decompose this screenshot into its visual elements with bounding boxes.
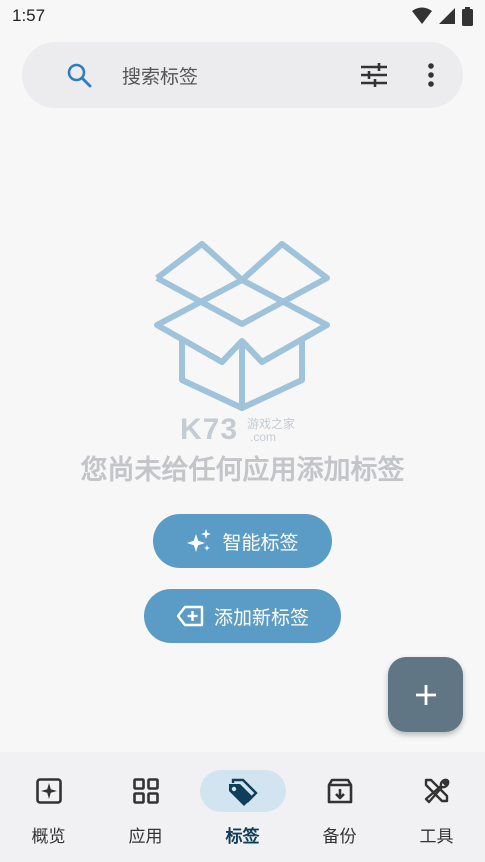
smart-tags-button[interactable]: 智能标签 [153, 514, 332, 568]
sparkle-icon [187, 529, 212, 552]
add-new-tag-label: 添加新标签 [213, 606, 309, 629]
nav-item-tools[interactable]: 工具 [388, 752, 485, 862]
search-bar[interactable]: 搜索标签 [22, 42, 463, 108]
watermark: K73 游戏之家 .com [180, 413, 295, 447]
add-new-tag-button[interactable]: 添加新标签 [144, 589, 341, 643]
nav-label-backup: 备份 [322, 827, 357, 847]
search-input[interactable]: 搜索标签 [122, 62, 198, 89]
watermark-url: .com [250, 430, 277, 444]
nav-label-tools: 工具 [419, 827, 454, 847]
empty-box-illustration [154, 241, 330, 411]
nav-item-tags[interactable]: 标签 [194, 752, 291, 862]
nav-item-overview[interactable]: 概览 [0, 752, 97, 862]
nav-label-tags: 标签 [225, 827, 260, 847]
more-options-icon[interactable] [422, 62, 440, 88]
plus-icon [415, 684, 436, 705]
empty-state-message: 您尚未给任何应用添加标签 [80, 455, 405, 486]
wifi-icon [412, 7, 432, 24]
nav-item-apps[interactable]: 应用 [97, 752, 194, 862]
signal-icon [439, 8, 455, 24]
nav-label-overview: 概览 [31, 827, 66, 847]
tools-icon [424, 778, 449, 804]
smart-tags-label: 智能标签 [222, 531, 299, 554]
filter-sliders-icon[interactable] [360, 62, 388, 88]
new-label-icon [176, 605, 204, 627]
watermark-brand: K73 [180, 413, 239, 446]
tags-icon [228, 778, 258, 806]
bottom-navigation: 概览 应用 标签 备份 工具 [0, 752, 485, 862]
battery-icon [462, 6, 473, 26]
status-bar: 1:57 [0, 0, 485, 32]
add-fab-button[interactable] [388, 657, 463, 732]
apps-grid-icon [132, 778, 159, 804]
overview-icon [35, 778, 62, 804]
status-icons [412, 6, 473, 26]
nav-item-backup[interactable]: 备份 [291, 752, 388, 862]
archive-icon [327, 778, 352, 804]
search-icon[interactable] [66, 62, 92, 88]
status-time: 1:57 [12, 6, 46, 25]
nav-label-apps: 应用 [128, 827, 163, 847]
